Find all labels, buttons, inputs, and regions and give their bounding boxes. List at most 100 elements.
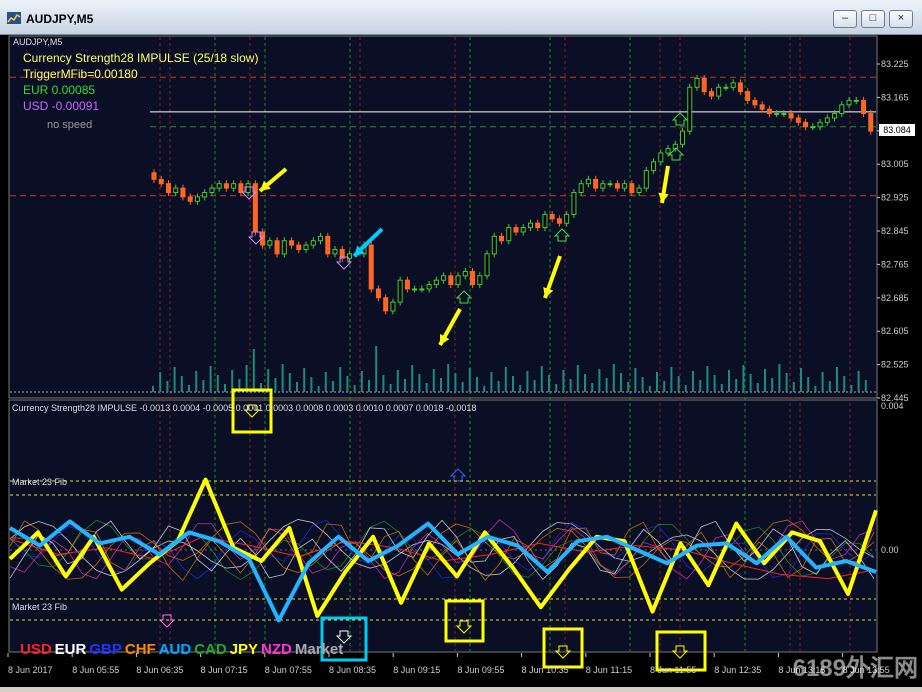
time-tick-label: 8 Jun 10:35 — [522, 665, 569, 675]
volume-bar — [584, 374, 586, 392]
volume-bar — [684, 385, 687, 392]
candle-body — [824, 117, 830, 123]
candle-body — [585, 178, 591, 185]
candle-body — [325, 235, 331, 255]
volume-bar — [670, 367, 673, 392]
volume-bar — [800, 368, 802, 392]
candle-body — [600, 183, 606, 189]
candle-body — [766, 108, 772, 115]
volume-bar — [274, 378, 277, 392]
window-title: AUDJPY,M5 — [26, 12, 94, 26]
volume-bar — [864, 380, 867, 392]
time-tick-label: 8 Jun 12:35 — [714, 665, 761, 675]
usd-value: USD -0.00091 — [23, 99, 100, 113]
candle-body — [491, 235, 497, 255]
candle-body — [535, 222, 541, 229]
price-tick-label: 82.845 — [881, 226, 909, 236]
volume-bar — [296, 382, 298, 392]
title-bar[interactable]: AUDJPY,M5 – □ × — [0, 0, 922, 35]
time-tick-label: 8 Jun 08:35 — [329, 665, 376, 675]
volume-bar — [310, 377, 313, 392]
eur-value: EUR 0.00085 — [23, 83, 96, 97]
price-tick-label: 82.605 — [881, 326, 909, 336]
legend-aud: AUD — [158, 641, 192, 658]
candle-body — [267, 240, 273, 246]
volume-bar — [375, 346, 378, 392]
volume-bar — [634, 368, 637, 392]
volume-bar — [720, 384, 723, 392]
currency-legend: USD EUR GBP CHF AUD CAD JPY NZD Market — [20, 641, 346, 658]
candle-body — [158, 178, 164, 185]
candle-body — [651, 161, 657, 172]
candle-body — [209, 187, 215, 194]
candle-body — [520, 227, 526, 233]
volume-bar — [188, 385, 190, 392]
volume-bar — [562, 370, 565, 392]
volume-bar — [857, 371, 860, 392]
legend-cad: CAD — [194, 641, 227, 658]
candle-body — [643, 170, 649, 189]
candle-body — [542, 213, 548, 229]
candle-body — [868, 113, 874, 132]
volume-bar — [627, 382, 630, 392]
minimize-button[interactable]: – — [833, 10, 857, 28]
candle-body — [506, 227, 512, 242]
volume-bar — [663, 381, 666, 392]
volume-bar — [483, 386, 486, 392]
candle-body — [680, 130, 686, 145]
candle-body — [412, 288, 418, 291]
candle-body — [332, 249, 338, 255]
volume-bar — [756, 383, 759, 392]
candle-body — [593, 178, 599, 189]
trigger-mfib: TriggerMFib=0.00180 — [23, 67, 138, 81]
volume-bar — [785, 373, 788, 392]
watermark-logo: 6189外汇网 — [792, 655, 918, 682]
candle-body — [629, 183, 635, 194]
time-tick-label: 8 Jun 09:55 — [457, 665, 504, 675]
volume-bar — [317, 386, 320, 392]
candle-body — [194, 196, 200, 202]
volume-bar — [612, 364, 615, 392]
candle-body — [252, 183, 258, 233]
close-button[interactable]: × — [889, 10, 913, 28]
candle-body — [433, 279, 439, 286]
price-tick-label: 82.685 — [881, 293, 909, 303]
maximize-button[interactable]: □ — [861, 10, 885, 28]
time-tick-label: 8 Jun 11:15 — [586, 665, 632, 675]
volume-bar — [224, 384, 226, 392]
candle-body — [716, 86, 722, 97]
candle-body — [607, 183, 613, 186]
candle-body — [658, 152, 664, 163]
volume-bar — [735, 379, 738, 392]
volume-bar — [512, 376, 514, 392]
price-tick-label: 82.525 — [881, 360, 909, 370]
candle-body — [513, 227, 519, 233]
volume-bar — [245, 365, 248, 392]
price-tick-label: 82.765 — [881, 259, 909, 269]
candle-body — [187, 196, 193, 202]
chart-window-icon — [7, 12, 21, 24]
volume-bar — [836, 367, 838, 392]
volume-bar — [447, 364, 450, 392]
candle-body — [803, 121, 809, 128]
volume-bar — [216, 375, 219, 392]
volume-bar — [159, 372, 162, 392]
candle-body — [745, 91, 751, 101]
market-fib-label-upper: Market 23 Fib — [12, 477, 68, 487]
price-tick-label: 83.005 — [881, 159, 909, 169]
candle-body — [622, 183, 628, 189]
volume-bar — [692, 371, 694, 392]
current-price-label: 83.084 — [879, 124, 915, 136]
candle-body — [470, 270, 476, 286]
volume-bar — [598, 369, 601, 392]
candle-body — [730, 82, 736, 88]
chart-canvas: 83.22583.16583.08583.00582.92582.84582.7… — [0, 35, 922, 687]
indicator-name: Currency Strength28 IMPULSE (25/18 slow) — [23, 51, 259, 65]
candle-body — [527, 222, 533, 229]
candle-body — [636, 187, 642, 194]
chart-area[interactable]: 83.22583.16583.08583.00582.92582.84582.7… — [0, 35, 922, 687]
volume-bar — [850, 385, 853, 392]
candle-body — [723, 86, 729, 89]
market-fib-label-lower: Market 23 Fib — [12, 602, 68, 612]
candle-body — [165, 183, 171, 194]
